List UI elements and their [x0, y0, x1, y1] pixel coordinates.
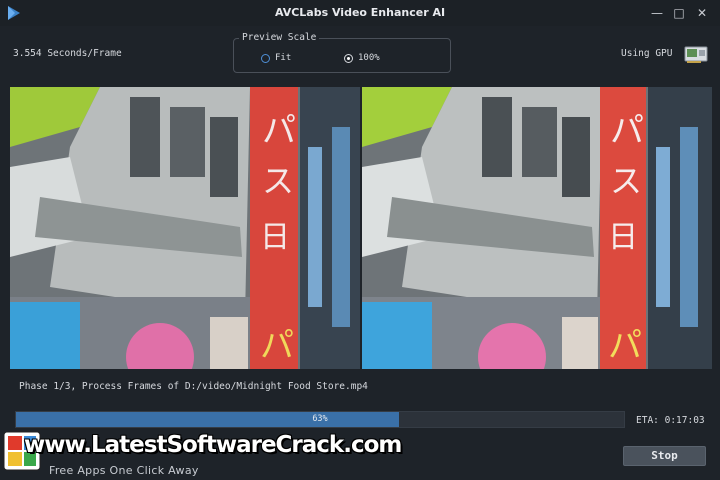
svg-text:パ: パ	[262, 111, 296, 151]
svg-text:パ: パ	[608, 326, 642, 366]
original-preview-pane: パ ス 日 パ	[10, 87, 360, 369]
scale-100-label: 100%	[358, 53, 380, 63]
watermark-overlay: www.LatestSoftwareCrack.com Free Apps On…	[0, 424, 402, 480]
window-title: AVCLabs Video Enhancer AI	[274, 6, 446, 19]
gpu-status-label: Using GPU	[621, 48, 673, 59]
preview-scale-legend: Preview Scale	[239, 32, 320, 43]
title-bar: AVCLabs Video Enhancer AI — □ ✕	[0, 0, 720, 26]
stop-button[interactable]: Stop	[623, 446, 706, 466]
radio-unchecked-icon	[261, 53, 270, 63]
svg-text:ス: ス	[610, 162, 642, 200]
close-button[interactable]: ✕	[693, 4, 711, 22]
watermark-tagline: Free Apps One Click Away	[49, 464, 199, 477]
svg-text:パ: パ	[260, 326, 294, 366]
eta-label: ETA: 0:17:03	[636, 415, 705, 426]
original-frame-image: パ ス 日 パ	[10, 87, 360, 369]
svg-text:ス: ス	[262, 162, 294, 200]
progress-percent-text: 63%	[312, 414, 328, 424]
enhanced-preview-pane: パ ス 日 パ	[362, 87, 712, 369]
scale-fit-label: Fit	[275, 53, 292, 63]
enhanced-frame-image: パ ス 日 パ	[362, 87, 712, 369]
seconds-per-frame-label: 3.554 Seconds/Frame	[13, 48, 122, 59]
svg-text:日: 日	[608, 220, 638, 255]
scale-100-radio[interactable]: 100%	[344, 53, 380, 63]
maximize-button[interactable]: □	[670, 4, 688, 22]
svg-text:日: 日	[260, 220, 290, 255]
minimize-button[interactable]: —	[648, 4, 666, 22]
radio-checked-icon	[344, 53, 353, 63]
svg-text:パ: パ	[610, 111, 644, 151]
preview-scale-group: Preview Scale Fit 100%	[233, 32, 451, 73]
gpu-card-icon	[684, 46, 708, 63]
watermark-main-text: www.LatestSoftwareCrack.com	[24, 432, 402, 458]
scale-fit-radio[interactable]: Fit	[261, 53, 291, 63]
phase-status-text: Phase 1/3, Process Frames of D:/video/Mi…	[19, 381, 368, 392]
